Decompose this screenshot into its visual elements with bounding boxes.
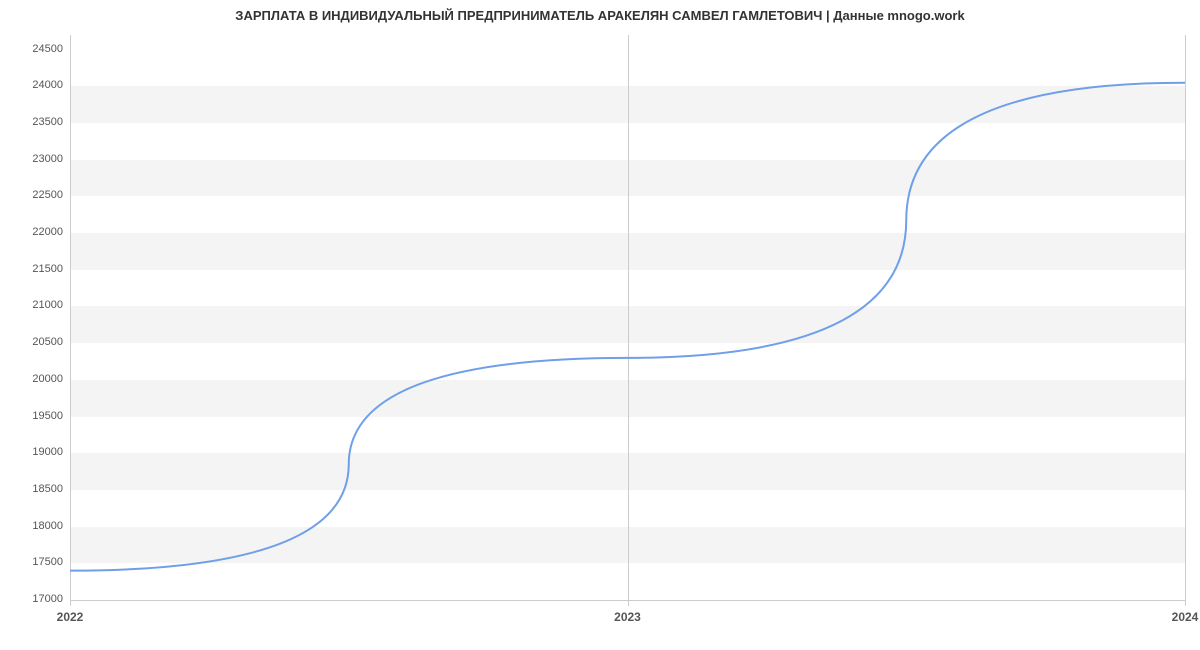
y-tick-label: 24500 bbox=[15, 43, 63, 55]
y-tick-label: 21000 bbox=[15, 299, 63, 311]
y-tick-label: 18000 bbox=[15, 520, 63, 532]
y-tick-label: 20500 bbox=[15, 336, 63, 348]
y-tick-label: 17500 bbox=[15, 556, 63, 568]
series-line bbox=[70, 83, 1185, 571]
y-tick-label: 23000 bbox=[15, 153, 63, 165]
y-tick-label: 21500 bbox=[15, 263, 63, 275]
x-gridline bbox=[1185, 35, 1186, 606]
y-tick-label: 23500 bbox=[15, 116, 63, 128]
y-tick-label: 19500 bbox=[15, 410, 63, 422]
chart-container: ЗАРПЛАТА В ИНДИВИДУАЛЬНЫЙ ПРЕДПРИНИМАТЕЛ… bbox=[0, 0, 1200, 650]
y-tick-label: 22000 bbox=[15, 226, 63, 238]
y-tick-label: 18500 bbox=[15, 483, 63, 495]
chart-title: ЗАРПЛАТА В ИНДИВИДУАЛЬНЫЙ ПРЕДПРИНИМАТЕЛ… bbox=[0, 0, 1200, 23]
line-layer bbox=[70, 35, 1185, 600]
y-tick-label: 22500 bbox=[15, 189, 63, 201]
x-tick-label: 2022 bbox=[57, 610, 84, 624]
y-tick-label: 19000 bbox=[15, 446, 63, 458]
y-tick-label: 20000 bbox=[15, 373, 63, 385]
y-tick-label: 17000 bbox=[15, 593, 63, 605]
x-tick-label: 2024 bbox=[1172, 610, 1199, 624]
x-tick-label: 2023 bbox=[614, 610, 641, 624]
y-tick-label: 24000 bbox=[15, 79, 63, 91]
plot-area: 1700017500180001850019000195002000020500… bbox=[70, 35, 1185, 600]
